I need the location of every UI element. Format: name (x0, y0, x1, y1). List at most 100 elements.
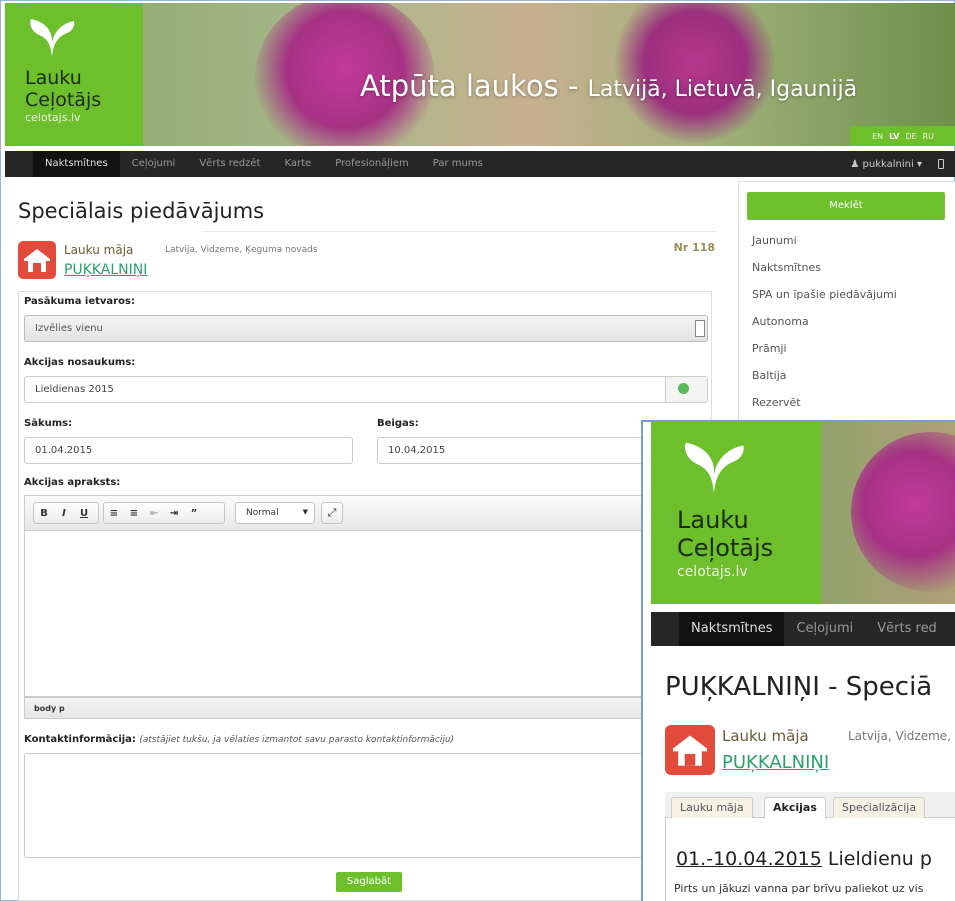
tab-lauku-maja[interactable]: Lauku māja (671, 797, 753, 818)
preview-overlay: Lauku Ceļotājs celotajs.lv Naktsmītnes C… (641, 420, 955, 901)
preview-leaf-icon (685, 442, 744, 494)
preview-logo-text: Lauku Ceļotājs (677, 506, 773, 562)
sidebar-item-jaunumi[interactable]: Jaunumi (752, 234, 797, 247)
preview-object-location: Latvija, Vidzeme, (848, 729, 951, 743)
globe-icon (678, 383, 689, 394)
preview-offer-heading: 01.-10.04.2015 Lieldienu p (676, 848, 932, 870)
nav-item-par-mums[interactable]: Par mums (421, 151, 495, 177)
preview-logo-line-1: Lauku (677, 506, 749, 534)
chevron-down-icon: ▼ (302, 508, 308, 516)
bold-button[interactable]: B (34, 508, 54, 519)
editor-path-bar: body p (24, 697, 708, 719)
preview-object-type: Lauku māja (722, 727, 809, 745)
lang-de[interactable]: DE (905, 132, 916, 141)
end-date-value: 10.04.2015 (388, 445, 446, 456)
sidebar-item-spa[interactable]: SPA un īpašie piedāvājumi (752, 288, 897, 301)
user-name: pukkalnini (862, 158, 914, 170)
title-divider (203, 231, 715, 232)
select-arrow-icon (695, 320, 705, 337)
preview-object-name-link[interactable]: PUĶKALNIŅI (722, 752, 829, 773)
object-name-link[interactable]: PUĶKALNIŅI (64, 262, 147, 278)
contact-textarea[interactable] (24, 753, 708, 858)
italic-button[interactable]: I (54, 508, 74, 519)
house-icon (18, 241, 56, 279)
logo-line-1: Lauku (25, 67, 82, 89)
header-title-sub: Latvijā, Lietuvā, Igaunijā (587, 77, 858, 102)
description-label: Akcijas apraksts: (24, 477, 121, 488)
preview-nav-naktsmitnes[interactable]: Naktsmītnes (679, 612, 785, 646)
blockquote-icon[interactable]: ” (184, 508, 204, 519)
nav-item-naktsmitnes[interactable]: Naktsmītnes (33, 151, 120, 177)
preview-header: Lauku Ceļotājs celotajs.lv (651, 422, 955, 604)
list-button-group: ≡ ≡ ⇤ ⇥ ” (103, 502, 225, 524)
rich-text-editor[interactable] (24, 531, 708, 697)
preview-nav-verts-redzet[interactable]: Vērts red (865, 612, 949, 646)
format-button-group: B I U (33, 502, 99, 524)
lang-ru[interactable]: RU (923, 132, 934, 141)
start-date-input[interactable]: 01.04.2015 (24, 437, 353, 464)
nav-item-profesionaliem[interactable]: Profesionāļiem (323, 151, 421, 177)
nav-right: ♟ pukkalnini ▾ (850, 151, 944, 177)
preview-tabs: Lauku māja Akcijas Specializācija (665, 792, 955, 819)
save-button[interactable]: Saglabāt (336, 872, 402, 892)
nav-item-celojumi[interactable]: Ceļojumi (120, 151, 188, 177)
outdent-icon[interactable]: ⇤ (144, 508, 164, 519)
preview-nav-celojumi[interactable]: Ceļojumi (784, 612, 865, 646)
bullet-list-icon[interactable]: ≡ (124, 508, 144, 519)
maximize-icon: ⤢ (327, 506, 337, 519)
logo-url: celotajs.lv (25, 111, 81, 124)
end-label: Beigas: (377, 418, 419, 429)
logo-line-2: Ceļotājs (25, 89, 102, 111)
editor-toolbar: B I U ≡ ≡ ⇤ ⇥ ” Normal ▼ ⤢ (24, 495, 708, 531)
tab-specializacija[interactable]: Specializācija (833, 797, 926, 818)
preview-tab-panel: 01.-10.04.2015 Lieldienu p Pirts un jāku… (665, 818, 955, 901)
object-type: Lauku māja (64, 243, 134, 257)
contact-label-text: Kontaktinformācija: (24, 734, 136, 745)
sidebar-item-rezervet[interactable]: Rezervēt (752, 396, 801, 409)
sidebar-item-baltija[interactable]: Baltija (752, 369, 787, 382)
sidebar-item-pramji[interactable]: Prāmji (752, 342, 787, 355)
caret-down-icon: ▾ (916, 158, 922, 170)
sidebar-item-autonoma[interactable]: Autonoma (752, 315, 809, 328)
event-select[interactable]: Izvēlies vienu (24, 315, 708, 342)
event-label: Pasākuma ietvaros: (24, 296, 135, 307)
user-menu[interactable]: ♟ pukkalnini ▾ (850, 159, 922, 170)
preview-navbar: Naktsmītnes Ceļojumi Vērts red (651, 612, 955, 646)
contact-label: Kontaktinformācija: (atstājiet tukšu, ja… (24, 734, 454, 745)
preview-flower-image (851, 432, 955, 592)
translate-button[interactable] (665, 377, 707, 402)
object-number: Nr 118 (673, 241, 715, 254)
preview-logo[interactable]: Lauku Ceļotājs celotajs.lv (651, 422, 821, 604)
lang-en[interactable]: EN (872, 132, 883, 141)
header-title-main: Atpūta laukos - (360, 69, 588, 103)
mobile-icon[interactable] (938, 159, 944, 169)
start-date-value: 01.04.2015 (35, 445, 93, 456)
offer-name-input[interactable]: Lieldienas 2015 (24, 376, 708, 403)
preview-offer-date-link[interactable]: 01.-10.04.2015 (676, 848, 822, 870)
preview-logo-url: celotajs.lv (677, 564, 748, 580)
indent-icon[interactable]: ⇥ (164, 508, 184, 519)
format-select-value: Normal (246, 508, 279, 518)
nav-item-verts-redzet[interactable]: Vērts redzēt (187, 151, 272, 177)
header-banner: Lauku Ceļotājs celotajs.lv Atpūta laukos… (5, 3, 955, 146)
contact-hint: (atstājiet tukšu, ja vēlaties izmantot s… (139, 735, 455, 745)
start-label: Sākums: (24, 418, 73, 429)
underline-button[interactable]: U (74, 508, 94, 519)
leaf-icon (30, 19, 75, 57)
nav-item-karte[interactable]: Karte (272, 151, 323, 177)
sidebar-item-naktsmitnes[interactable]: Naktsmītnes (752, 261, 821, 274)
lang-lv[interactable]: LV (889, 132, 899, 141)
preview-house-icon (665, 725, 715, 775)
search-button[interactable]: Meklēt (747, 192, 945, 220)
main-navbar: Naktsmītnes Ceļojumi Vērts redzēt Karte … (5, 151, 955, 177)
language-switcher: EN LV DE RU (850, 126, 955, 146)
header-title: Atpūta laukos - Latvijā, Lietuvā, Igauni… (360, 69, 857, 103)
preview-page-title: PUĶKALNIŅI - Speciā (665, 672, 933, 702)
maximize-button[interactable]: ⤢ (321, 502, 343, 524)
ordered-list-icon[interactable]: ≡ (104, 508, 124, 519)
special-offer-form: Pasākuma ietvaros: Izvēlies vienu Akcija… (18, 291, 712, 901)
tab-akcijas[interactable]: Akcijas (764, 797, 826, 819)
format-select[interactable]: Normal ▼ (235, 502, 315, 524)
sidebar: Meklēt Jaunumi Naktsmītnes SPA un īpašie… (738, 181, 955, 426)
site-logo[interactable]: Lauku Ceļotājs celotajs.lv (5, 3, 143, 146)
